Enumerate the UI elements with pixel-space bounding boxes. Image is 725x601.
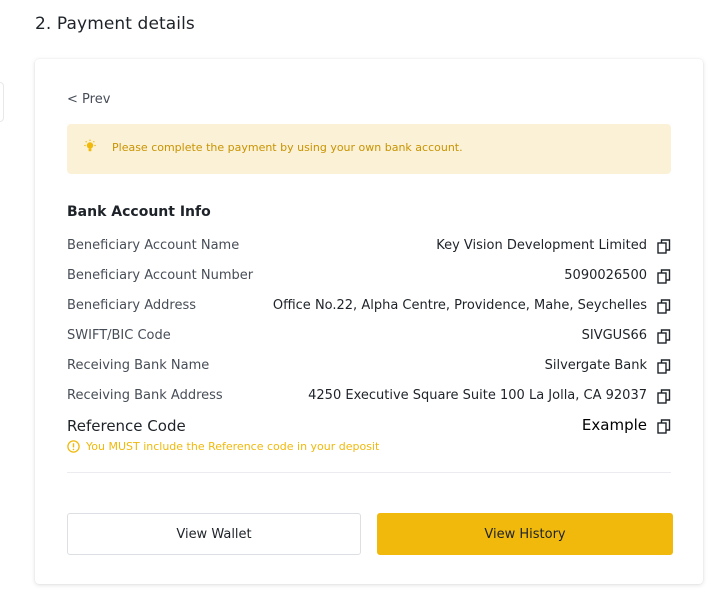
copy-icon[interactable] — [657, 329, 671, 344]
row-label: SWIFT/BIC Code — [67, 328, 171, 343]
divider — [67, 472, 671, 473]
view-wallet-button[interactable]: View Wallet — [67, 513, 361, 555]
copy-icon[interactable] — [657, 299, 671, 314]
prev-link[interactable]: < Prev — [67, 92, 110, 107]
row-value: 4250 Executive Square Suite 100 La Jolla… — [308, 388, 647, 403]
row-label: Receiving Bank Name — [67, 358, 210, 373]
row-label: Receiving Bank Address — [67, 388, 223, 403]
warning-circle-icon — [67, 440, 80, 453]
left-panel-edge — [0, 82, 4, 122]
bank-account-info-title: Bank Account Info — [67, 204, 211, 220]
notice-text: Please complete the payment by using you… — [112, 141, 463, 154]
row-beneficiary-address: Beneficiary Address Office No.22, Alpha … — [67, 296, 671, 318]
row-label: Beneficiary Address — [67, 298, 197, 313]
row-value: Silvergate Bank — [544, 358, 647, 373]
row-beneficiary-account-number: Beneficiary Account Number 5090026500 — [67, 266, 671, 288]
row-label: Beneficiary Account Name — [67, 238, 240, 253]
payment-notice-banner: Please complete the payment by using you… — [67, 124, 671, 174]
reference-warning-text: You MUST include the Reference code in y… — [86, 440, 380, 453]
row-receiving-bank-address: Receiving Bank Address 4250 Executive Sq… — [67, 386, 671, 408]
row-beneficiary-account-name: Beneficiary Account Name Key Vision Deve… — [67, 236, 671, 258]
reference-code-label: Reference Code — [67, 417, 186, 435]
copy-icon[interactable] — [657, 239, 671, 254]
row-value: Office No.22, Alpha Centre, Providence, … — [272, 298, 647, 313]
row-receiving-bank-name: Receiving Bank Name Silvergate Bank — [67, 356, 671, 378]
reference-code-value: Example — [581, 416, 647, 434]
row-reference-code: Reference Code Example — [67, 416, 671, 438]
section-title: 2. Payment details — [35, 14, 195, 34]
row-swift-bic-code: SWIFT/BIC Code SIVGUS66 — [67, 326, 671, 348]
reference-warning: You MUST include the Reference code in y… — [67, 440, 379, 453]
copy-icon[interactable] — [657, 359, 671, 374]
copy-icon[interactable] — [657, 389, 671, 404]
row-label: Beneficiary Account Number — [67, 268, 254, 283]
view-history-button[interactable]: View History — [377, 513, 673, 555]
row-value: 5090026500 — [564, 268, 647, 283]
row-value: Key Vision Development Limited — [436, 238, 647, 253]
lightbulb-icon — [84, 139, 96, 152]
payment-card: < Prev Please complete the payment by us… — [35, 59, 703, 584]
payment-details-page: 2. Payment details < Prev Please complet… — [0, 0, 725, 601]
copy-icon[interactable] — [657, 419, 671, 434]
copy-icon[interactable] — [657, 269, 671, 284]
row-value: SIVGUS66 — [581, 328, 647, 343]
